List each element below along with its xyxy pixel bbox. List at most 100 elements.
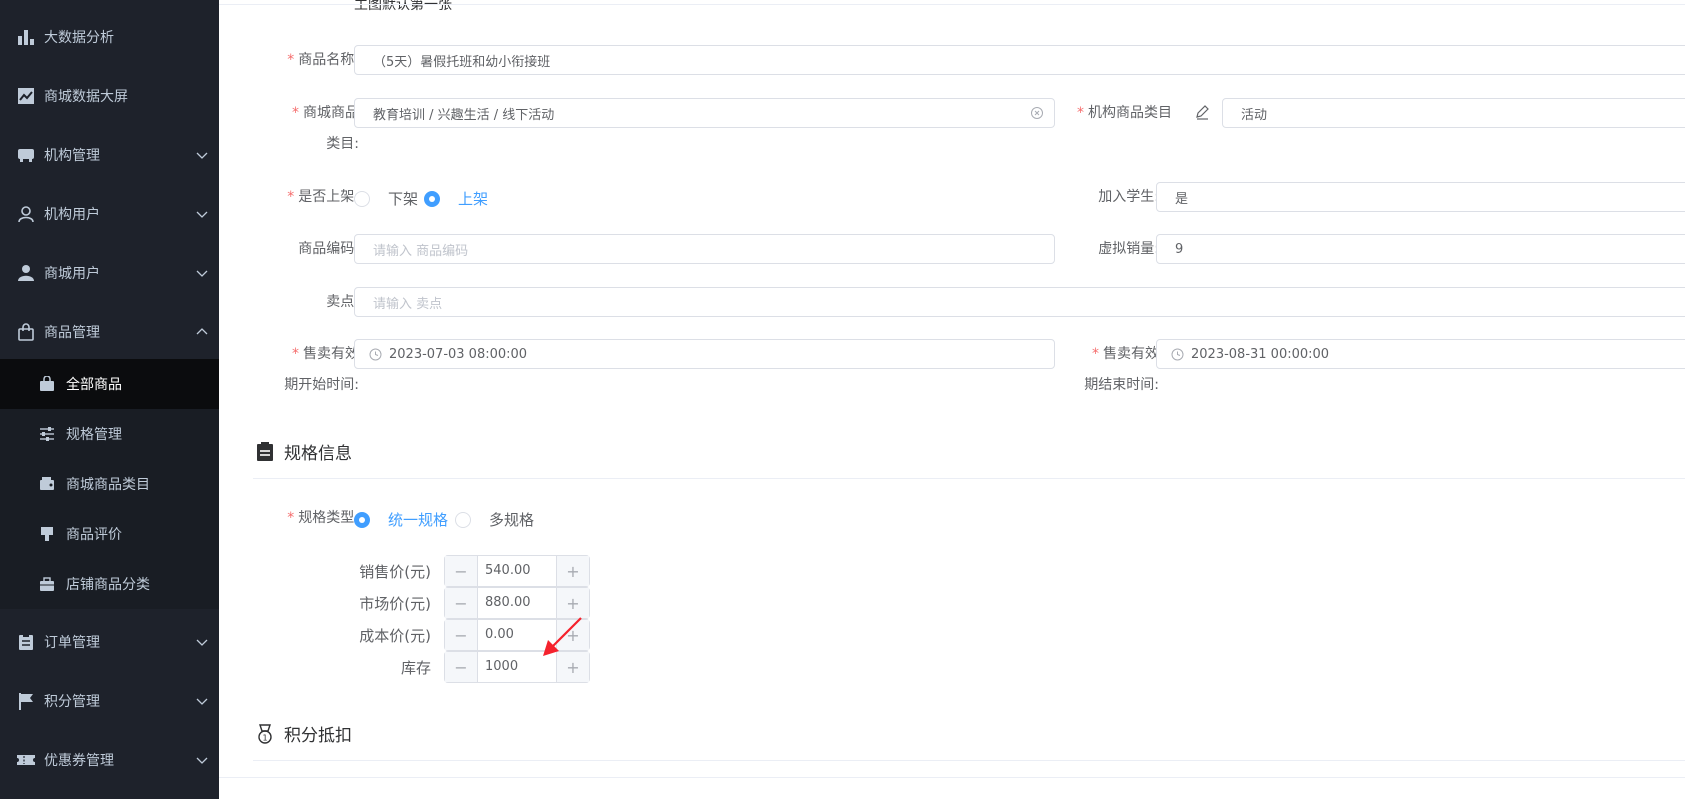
join-student-label: 加入学生: [1098,189,1159,205]
sidebar-subitem-all-products[interactable]: 全部商品 [0,359,219,409]
sidebar-subitem-label: 店铺商品分类 [66,577,150,593]
main-content: 主图默认第一张 * 商品名称: （5天）暑假托班和幼小衔接班 * 商城商品 类目: … [219,0,1685,799]
increment-button[interactable]: + [556,556,589,586]
decrement-button[interactable]: − [445,620,478,650]
sidebar-item-label: 商品管理 [44,325,100,341]
join-student-select[interactable]: 是 [1156,182,1685,212]
cost-price-value[interactable]: 0.00 [485,620,514,650]
chevron-down-icon [196,698,208,705]
virtual-sales-label: 虚拟销量: [1098,241,1159,257]
sidebar-item-org-users[interactable]: 机构用户 [0,187,219,241]
user-outline-icon [16,204,36,224]
selling-point-label: 卖点: [326,294,359,310]
product-code-label: 商品编码: [298,241,359,257]
sidebar-subitem-spec-manage[interactable]: 规格管理 [0,409,219,459]
clock-icon [1171,348,1184,361]
annotation-arrow-icon [543,617,582,656]
divider [219,777,1685,778]
ticket-icon [16,750,36,770]
sale-start-value: 2023-07-03 08:00:00 [389,346,528,362]
sidebar: 大数据分析 商城数据大屏 机构管理 机构用户 商城用户 商品管理 全部商品 规格… [0,0,219,799]
chevron-down-icon [196,152,208,159]
briefcase-icon [38,575,56,593]
sidebar-item-order-manage[interactable]: 订单管理 [0,615,219,669]
sidebar-item-mall-screen[interactable]: 商城数据大屏 [0,69,219,123]
clear-icon[interactable] [1030,106,1044,120]
org-category-input[interactable]: 活动 [1222,98,1685,128]
main-image-note: 主图默认第一张 [354,0,452,13]
svg-text:1: 1 [262,733,267,742]
sidebar-item-big-data[interactable]: 大数据分析 [0,10,219,64]
market-price-value[interactable]: 880.00 [485,588,531,618]
product-name-label: * 商品名称: [287,52,359,68]
medal-icon: 1 [258,723,272,744]
sliders-icon [38,425,56,443]
unified-spec-radio[interactable]: 统一规格 [354,509,448,530]
sidebar-item-org-manage[interactable]: 机构管理 [0,128,219,182]
sale-end-label: * 售卖有效 [1092,346,1159,362]
sidebar-item-points-manage[interactable]: 积分管理 [0,674,219,728]
multi-spec-radio[interactable]: 多规格 [455,509,534,530]
sale-price-stepper[interactable]: − 540.00 + [444,555,590,587]
radio-circle[interactable] [354,190,370,207]
stock-value[interactable]: 1000 [485,652,518,682]
market-price-label: 市场价(元) [359,595,431,613]
off-shelf-radio[interactable]: 下架 [354,188,418,209]
virtual-sales-input[interactable]: 9 [1156,234,1685,264]
decrement-button[interactable]: − [445,588,478,618]
store-icon [16,145,36,165]
sale-start-datepicker[interactable]: 2023-07-03 08:00:00 [354,339,1055,369]
sidebar-item-label: 订单管理 [44,635,100,651]
flag-icon [16,691,36,711]
sale-end-value: 2023-08-31 00:00:00 [1191,346,1330,362]
radio-circle-checked[interactable] [424,190,440,207]
decrement-button[interactable]: − [445,652,478,682]
sidebar-item-label: 机构管理 [44,148,100,164]
sidebar-subitem-label: 规格管理 [66,427,122,443]
sale-end-datepicker[interactable]: 2023-08-31 00:00:00 [1156,339,1685,369]
selling-point-input[interactable]: 请输入 卖点 [354,287,1685,317]
mall-category-value: 教育培训 / 兴趣生活 / 线下活动 [373,107,555,123]
spec-type-label: * 规格类型: [287,510,359,526]
clock-icon [369,348,382,361]
divider [219,4,1685,5]
radio-circle[interactable] [455,511,471,528]
sidebar-subitem-mall-category[interactable]: 商城商品类目 [0,459,219,509]
bag-icon [38,375,56,393]
clipboard-icon [16,632,36,652]
decrement-button[interactable]: − [445,556,478,586]
line-chart-icon [16,86,36,106]
sidebar-item-label: 商城数据大屏 [44,89,128,105]
sale-start-label-2: 期开始时间: [284,377,359,393]
sidebar-item-label: 商城用户 [44,266,100,282]
on-shelf-label: * 是否上架: [287,189,359,205]
edit-icon[interactable] [1194,104,1210,120]
radio-circle-checked[interactable] [354,511,370,528]
sidebar-item-mall-users[interactable]: 商城用户 [0,246,219,300]
bar-chart-icon [16,27,36,47]
sidebar-subitem-shop-category[interactable]: 店铺商品分类 [0,559,219,609]
sidebar-item-label: 大数据分析 [44,30,114,46]
user-filled-icon [16,263,36,283]
mall-category-cascader[interactable]: 教育培训 / 兴趣生活 / 线下活动 [354,98,1055,128]
sale-price-value[interactable]: 540.00 [485,556,531,586]
sidebar-subitem-label: 商品评价 [66,527,122,543]
mall-category-label: * 商城商品 [292,105,359,121]
on-shelf-radio[interactable]: 上架 [424,188,488,209]
sidebar-item-label: 机构用户 [44,207,100,223]
points-section-title: 1 积分抵扣 [256,721,352,746]
spec-section-title: 规格信息 [256,439,352,464]
product-code-input[interactable]: 请输入 商品编码 [354,234,1055,264]
sale-price-label: 销售价(元) [359,563,431,581]
sidebar-item-coupon-manage[interactable]: 优惠券管理 [0,733,219,787]
sidebar-item-product-manage[interactable]: 商品管理 [0,305,219,359]
chevron-down-icon [196,639,208,646]
stock-label: 库存 [400,659,431,677]
chevron-up-icon [196,328,208,335]
sidebar-subitem-label: 全部商品 [66,377,122,393]
clipboard-icon [257,441,273,461]
sidebar-item-label: 优惠券管理 [44,753,114,769]
wallet-icon [38,475,56,493]
product-name-input[interactable]: （5天）暑假托班和幼小衔接班 [354,45,1685,75]
sidebar-subitem-product-review[interactable]: 商品评价 [0,509,219,559]
